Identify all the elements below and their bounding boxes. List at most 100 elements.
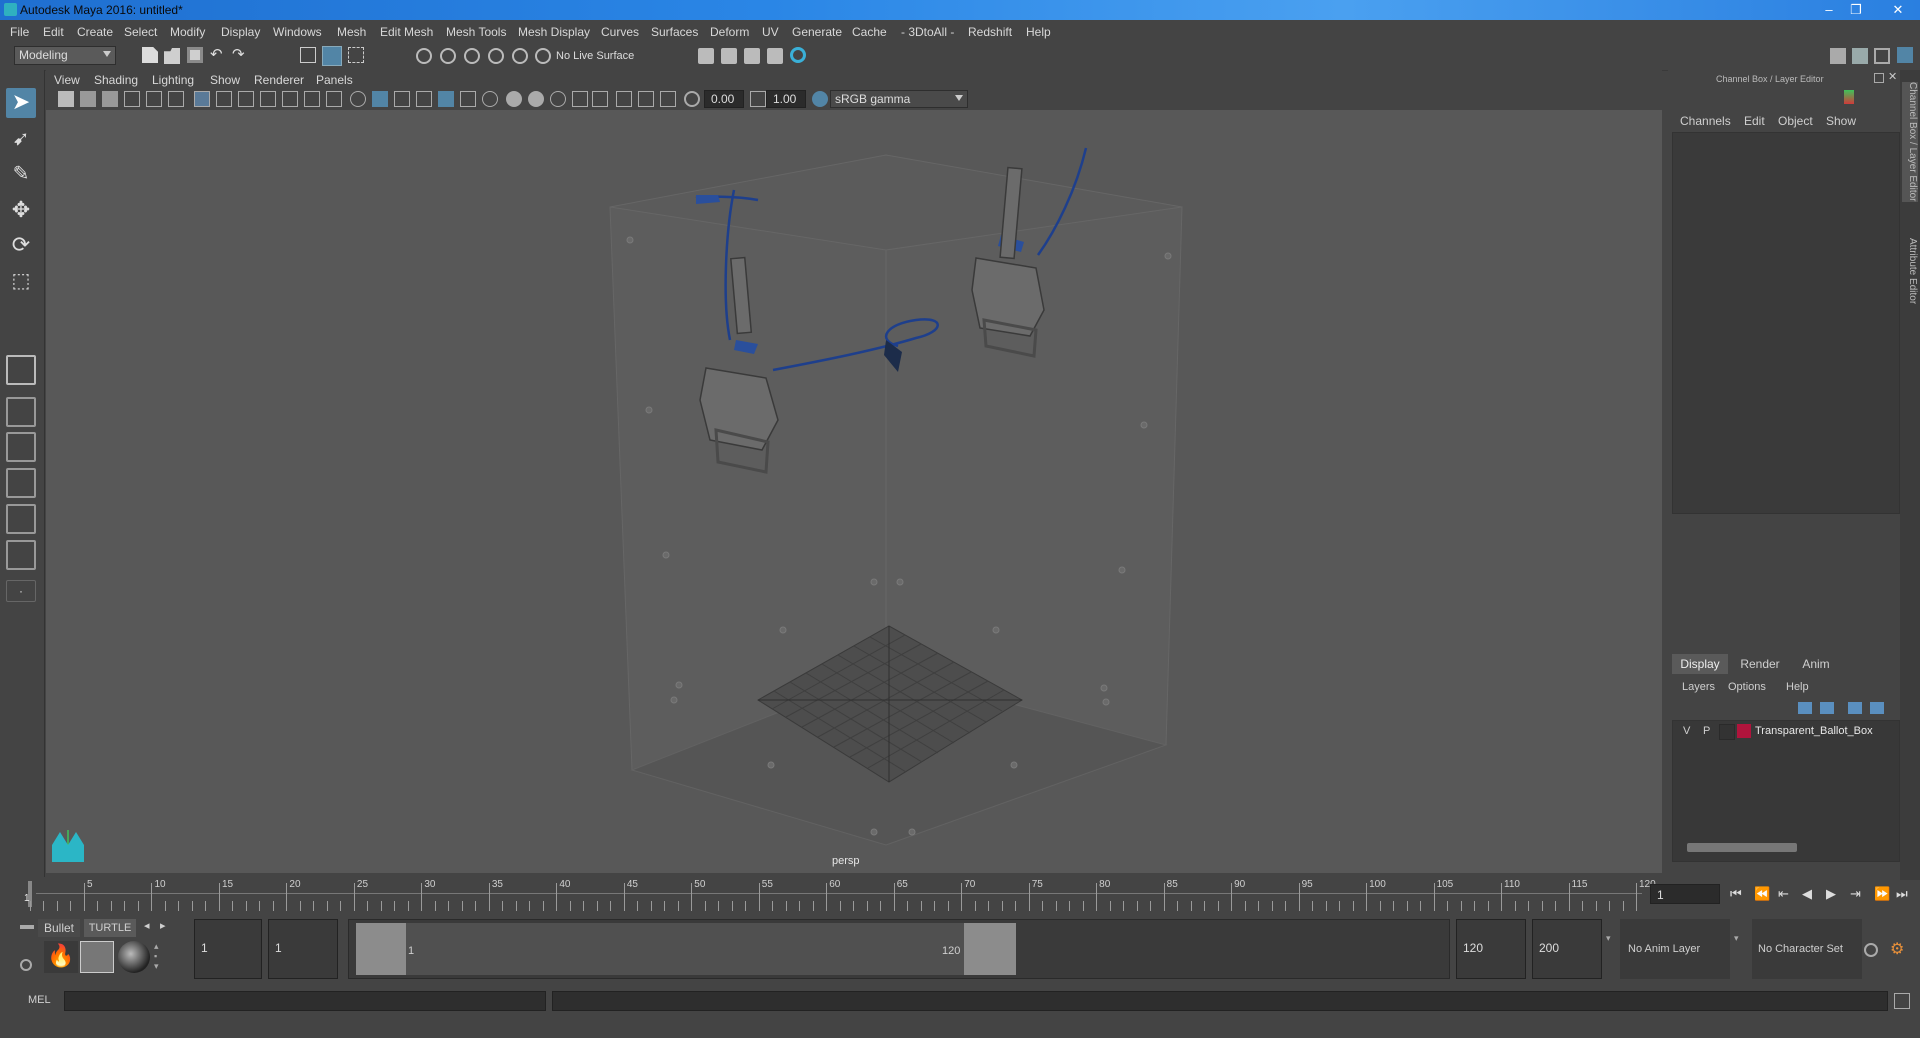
menu-mesh-tools[interactable]: Mesh Tools (446, 25, 506, 39)
step-forward-icon[interactable]: ⏩ (1874, 886, 1890, 902)
play-forwards-icon[interactable]: ▶ (1826, 886, 1836, 902)
tool-settings-icon[interactable] (1874, 48, 1890, 64)
select-by-object-icon[interactable] (322, 46, 342, 66)
grease-pencil-icon[interactable] (168, 91, 184, 107)
layer-visibility-toggle[interactable]: V (1683, 725, 1690, 737)
animation-preferences-icon[interactable]: ⚙ (1890, 941, 1908, 959)
redo-icon[interactable]: ↷ (232, 47, 248, 64)
channels-menu[interactable]: Channels (1680, 114, 1731, 128)
menu-curves[interactable]: Curves (601, 25, 639, 39)
menu-create[interactable]: Create (77, 25, 113, 39)
snap-view-plane-icon[interactable] (488, 48, 504, 64)
lasso-tool-icon[interactable]: ➹ (6, 125, 36, 155)
wireframe-on-shaded-icon[interactable] (394, 91, 410, 107)
menu-edit[interactable]: Edit (43, 25, 64, 39)
smooth-shade-icon[interactable] (372, 91, 388, 107)
layer-name[interactable]: Transparent_Ballot_Box (1755, 725, 1873, 737)
script-language-label[interactable]: MEL (28, 994, 51, 1006)
snap-point-icon[interactable] (464, 48, 480, 64)
gamma-icon[interactable] (750, 91, 766, 107)
grid-icon[interactable] (194, 91, 210, 107)
move-layer-up-icon[interactable] (1798, 702, 1812, 714)
render-view-icon[interactable] (698, 48, 714, 64)
animation-end-field[interactable]: 200 (1532, 919, 1602, 979)
four-view-layout-icon[interactable] (6, 397, 36, 427)
playback-start-field[interactable]: 1 (268, 919, 338, 979)
film-gate-icon[interactable] (216, 91, 232, 107)
menu-generate[interactable]: Generate (792, 25, 842, 39)
shelf-scroll-left-icon[interactable]: ◂ (144, 919, 150, 932)
render-frame-icon[interactable] (721, 48, 737, 64)
close-panel-icon[interactable]: ✕ (1888, 70, 1900, 84)
object-menu[interactable]: Object (1778, 114, 1813, 128)
snap-live-icon[interactable] (512, 48, 528, 64)
new-layer-icon[interactable] (1848, 702, 1862, 714)
menu-mesh[interactable]: Mesh (337, 25, 366, 39)
step-back-key-icon[interactable]: ⇤ (1778, 886, 1789, 902)
time-slider[interactable]: 1 5 10 15 20 25 30 35 40 45 50 55 60 65 70 75 80 85 90 95 1… (24, 877, 1656, 911)
camera-attributes-icon[interactable] (80, 91, 96, 107)
tab-anim[interactable]: Anim (1788, 654, 1844, 674)
menu-surfaces[interactable]: Surfaces (651, 25, 698, 39)
multisample-aa-icon[interactable] (528, 91, 544, 107)
rotate-tool-icon[interactable]: ⟳ (6, 231, 36, 261)
depth-of-field-icon[interactable] (550, 91, 566, 107)
hypershade-icon[interactable] (790, 47, 806, 63)
layer-row[interactable]: V P Transparent_Ballot_Box (1673, 721, 1899, 741)
menu-help[interactable]: Help (1026, 25, 1051, 39)
step-forward-key-icon[interactable]: ⇥ (1850, 886, 1861, 902)
menu-modify[interactable]: Modify (170, 25, 205, 39)
shelf-scroll-icon[interactable]: ▴ ▪ ▾ (154, 941, 166, 973)
go-to-start-icon[interactable]: ⏮ (1730, 886, 1742, 902)
playback-end-field[interactable]: 120 (1456, 919, 1526, 979)
shelf-scroll-right-icon[interactable]: ▸ (160, 919, 166, 932)
use-all-lights-icon[interactable] (438, 91, 454, 107)
select-by-component-icon[interactable] (348, 47, 364, 63)
magnet-icon[interactable] (535, 48, 551, 64)
animation-start-field[interactable]: 1 (194, 919, 262, 979)
move-tool-icon[interactable]: ✥ (6, 196, 36, 226)
shelf-tab-turtle[interactable]: TURTLE (84, 919, 136, 937)
single-perspective-layout-icon[interactable] (6, 355, 36, 385)
auto-key-icon[interactable] (1864, 943, 1878, 957)
anim-layer-dropdown[interactable]: No Anim Layer (1620, 919, 1730, 979)
bookmarks-icon[interactable] (102, 91, 118, 107)
edit-menu[interactable]: Edit (1744, 114, 1765, 128)
channel-box-icon[interactable] (1897, 47, 1913, 63)
field-chart-icon[interactable] (282, 91, 298, 107)
gamma-field[interactable]: 1.00 (766, 90, 806, 108)
modeling-toolkit-icon[interactable] (1830, 48, 1846, 64)
shelf-tab-bullet[interactable]: Bullet (38, 919, 80, 937)
restore-button[interactable]: ❐ (1843, 1, 1869, 18)
help-menu[interactable]: Help (1786, 681, 1809, 693)
script-editor-icon[interactable] (1894, 993, 1910, 1009)
shadows-icon[interactable] (460, 91, 476, 107)
mode-dropdown[interactable]: Modeling (14, 46, 116, 65)
menu-uv[interactable]: UV (762, 25, 779, 39)
turtle-bake-icon[interactable] (80, 941, 114, 973)
range-end-handle[interactable] (964, 923, 1016, 975)
panel-menu-panels[interactable]: Panels (316, 73, 353, 87)
exposure-field[interactable]: 0.00 (704, 90, 744, 108)
layer-type-toggle[interactable] (1719, 724, 1735, 740)
character-set-dropdown[interactable]: No Character Set (1752, 919, 1862, 979)
options-menu[interactable]: Options (1728, 681, 1766, 693)
panel-menu-lighting[interactable]: Lighting (152, 73, 194, 87)
tab-render[interactable]: Render (1732, 654, 1788, 674)
snap-grid-icon[interactable] (416, 48, 432, 64)
range-options-icon[interactable]: ▾ (1606, 933, 1616, 943)
panel-menu-view[interactable]: View (54, 73, 80, 87)
play-backwards-icon[interactable]: ◀ (1802, 886, 1812, 902)
anim-layer-options-icon[interactable]: ▾ (1734, 933, 1744, 943)
step-back-icon[interactable]: ⏪ (1754, 886, 1770, 902)
new-layer-selected-icon[interactable] (1870, 702, 1884, 714)
xray-icon[interactable] (592, 91, 608, 107)
gate-mask-icon[interactable] (260, 91, 276, 107)
save-scene-icon[interactable] (187, 47, 203, 63)
camera-icon[interactable] (58, 91, 74, 107)
close-button[interactable]: ✕ (1880, 1, 1916, 18)
screen-space-ao-icon[interactable] (482, 91, 498, 107)
layer-color-swatch[interactable] (1737, 724, 1751, 738)
menu-file[interactable]: File (10, 25, 29, 39)
shelf-menu-icon[interactable] (20, 925, 34, 929)
